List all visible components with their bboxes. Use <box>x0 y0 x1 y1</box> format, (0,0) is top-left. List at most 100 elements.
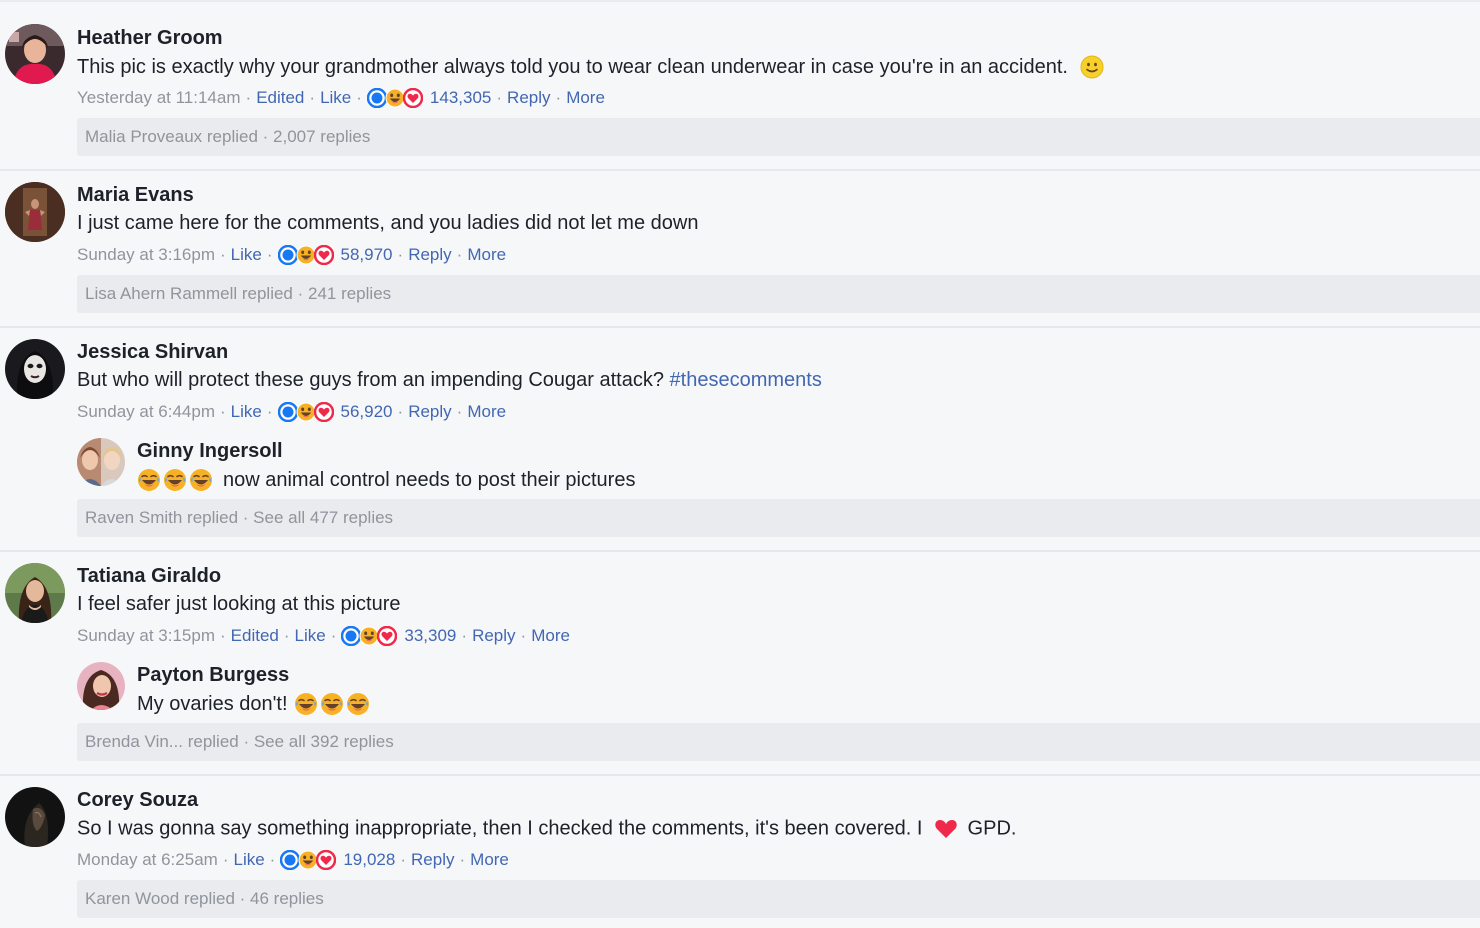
separator: · <box>269 850 276 869</box>
reply-text-body: now animal control needs to post their p… <box>223 468 636 491</box>
edited-link[interactable]: Edited <box>231 626 279 646</box>
like-button[interactable]: Like <box>231 402 262 422</box>
separator: · <box>400 850 407 869</box>
reply-button[interactable]: Reply <box>507 88 550 108</box>
separator: · <box>309 88 316 107</box>
comment-meta: Monday at 6:25am · Like · 19,028 · Reply… <box>77 850 509 870</box>
haha-reaction-icon <box>296 402 316 422</box>
separator: · <box>222 850 229 869</box>
comment-meta: Sunday at 3:16pm · Like · 58,970 · Reply… <box>77 245 506 265</box>
separator: · <box>496 88 503 107</box>
comment-text-tail: GPD. <box>967 817 1017 840</box>
separator: · <box>245 88 252 107</box>
view-replies-bar[interactable]: Karen Wood replied · 46 replies <box>77 880 1480 918</box>
reply-text: My ovaries don't! <box>137 692 372 716</box>
comment-author[interactable]: Heather Groom <box>77 27 223 50</box>
comment-meta: Yesterday at 11:14am · Edited · Like · 1… <box>77 88 605 108</box>
love-reaction-icon <box>377 626 398 646</box>
hashtag-link[interactable]: #thesecomments <box>670 369 822 391</box>
separator: · <box>461 626 468 645</box>
haha-reaction-icon <box>385 88 405 108</box>
reply-text-body: My ovaries don't! <box>137 692 288 715</box>
timestamp[interactable]: Sunday at 3:15pm <box>77 626 215 646</box>
view-replies-bar[interactable]: Raven Smith replied · See all 477 replie… <box>77 499 1480 537</box>
reply-author[interactable]: Ginny Ingersoll <box>137 440 283 463</box>
haha-reaction-icon <box>359 626 379 646</box>
smile-emoji-icon <box>1080 55 1104 80</box>
like-reaction-icon <box>277 245 298 265</box>
love-reaction-icon <box>402 88 423 108</box>
reaction-icons[interactable] <box>366 88 423 108</box>
reply-avatar[interactable] <box>77 438 125 486</box>
comment-text: I just came here for the comments, and y… <box>77 212 699 234</box>
more-button[interactable]: More <box>470 850 509 870</box>
separator: · <box>266 245 273 264</box>
comment-author[interactable]: Tatiana Giraldo <box>77 565 221 588</box>
reply-button[interactable]: Reply <box>411 850 454 870</box>
comment-text: But who will protect these guys from an … <box>77 369 822 392</box>
more-button[interactable]: More <box>467 402 506 422</box>
reply-text: now animal control needs to post their p… <box>137 468 635 492</box>
comment-author[interactable]: Corey Souza <box>77 789 198 812</box>
comment-text-body: This pic is exactly why your grandmother… <box>77 55 1068 78</box>
divider <box>0 774 1480 776</box>
avatar[interactable] <box>5 24 65 84</box>
comment-meta: Sunday at 6:44pm · Like · 56,920 · Reply… <box>77 402 506 422</box>
comment-text: I feel safer just looking at this pictur… <box>77 593 401 615</box>
reaction-count[interactable]: 143,305 <box>430 88 491 108</box>
haha-reaction-icon <box>296 245 316 265</box>
reply-button[interactable]: Reply <box>408 402 451 422</box>
separator: · <box>459 850 466 869</box>
avatar[interactable] <box>5 563 65 623</box>
separator: · <box>266 402 273 421</box>
comment-author[interactable]: Maria Evans <box>77 184 194 207</box>
love-reaction-icon <box>313 245 334 265</box>
separator: · <box>356 88 362 107</box>
reply-avatar[interactable] <box>77 662 125 710</box>
separator: · <box>219 626 226 645</box>
comment-meta: Sunday at 3:15pm · Edited · Like · 33,30… <box>77 626 570 646</box>
like-reaction-icon <box>277 402 298 422</box>
like-button[interactable]: Like <box>233 850 264 870</box>
separator: · <box>397 245 404 264</box>
more-button[interactable]: More <box>467 245 506 265</box>
view-replies-bar[interactable]: Lisa Ahern Rammell replied · 241 replies <box>77 275 1480 313</box>
timestamp[interactable]: Sunday at 3:16pm <box>77 245 215 265</box>
reaction-count[interactable]: 33,309 <box>404 626 456 646</box>
separator: · <box>283 626 290 645</box>
reply-button[interactable]: Reply <box>408 245 451 265</box>
more-button[interactable]: More <box>566 88 605 108</box>
reply-author[interactable]: Payton Burgess <box>137 664 289 687</box>
timestamp[interactable]: Monday at 6:25am <box>77 850 218 870</box>
timestamp[interactable]: Sunday at 6:44pm <box>77 402 215 422</box>
love-reaction-icon <box>313 402 334 422</box>
separator: · <box>555 88 562 107</box>
reaction-icons[interactable] <box>277 402 334 422</box>
view-replies-bar[interactable]: Malia Proveaux replied · 2,007 replies <box>77 118 1480 156</box>
avatar[interactable] <box>5 787 65 847</box>
comment-author[interactable]: Jessica Shirvan <box>77 341 228 364</box>
edited-link[interactable]: Edited <box>256 88 304 108</box>
separator: · <box>219 245 226 264</box>
avatar[interactable] <box>5 182 65 242</box>
like-reaction-icon <box>280 850 301 870</box>
like-button[interactable]: Like <box>320 88 351 108</box>
separator: · <box>219 402 226 421</box>
like-button[interactable]: Like <box>231 245 262 265</box>
comment-text-body: But who will protect these guys from an … <box>77 369 664 391</box>
like-button[interactable]: Like <box>295 626 326 646</box>
reply-button[interactable]: Reply <box>472 626 515 646</box>
view-replies-bar[interactable]: Brenda Vin... replied · See all 392 repl… <box>77 723 1480 761</box>
timestamp[interactable]: Yesterday at 11:14am <box>77 88 241 108</box>
divider <box>0 326 1480 328</box>
separator: · <box>456 245 463 264</box>
more-button[interactable]: More <box>531 626 570 646</box>
reaction-icons[interactable] <box>280 850 337 870</box>
reaction-icons[interactable] <box>341 626 398 646</box>
reaction-icons[interactable] <box>277 245 334 265</box>
reaction-count[interactable]: 58,970 <box>341 245 393 265</box>
reaction-count[interactable]: 19,028 <box>343 850 395 870</box>
reaction-count[interactable]: 56,920 <box>341 402 393 422</box>
avatar[interactable] <box>5 339 65 399</box>
separator: · <box>520 626 527 645</box>
